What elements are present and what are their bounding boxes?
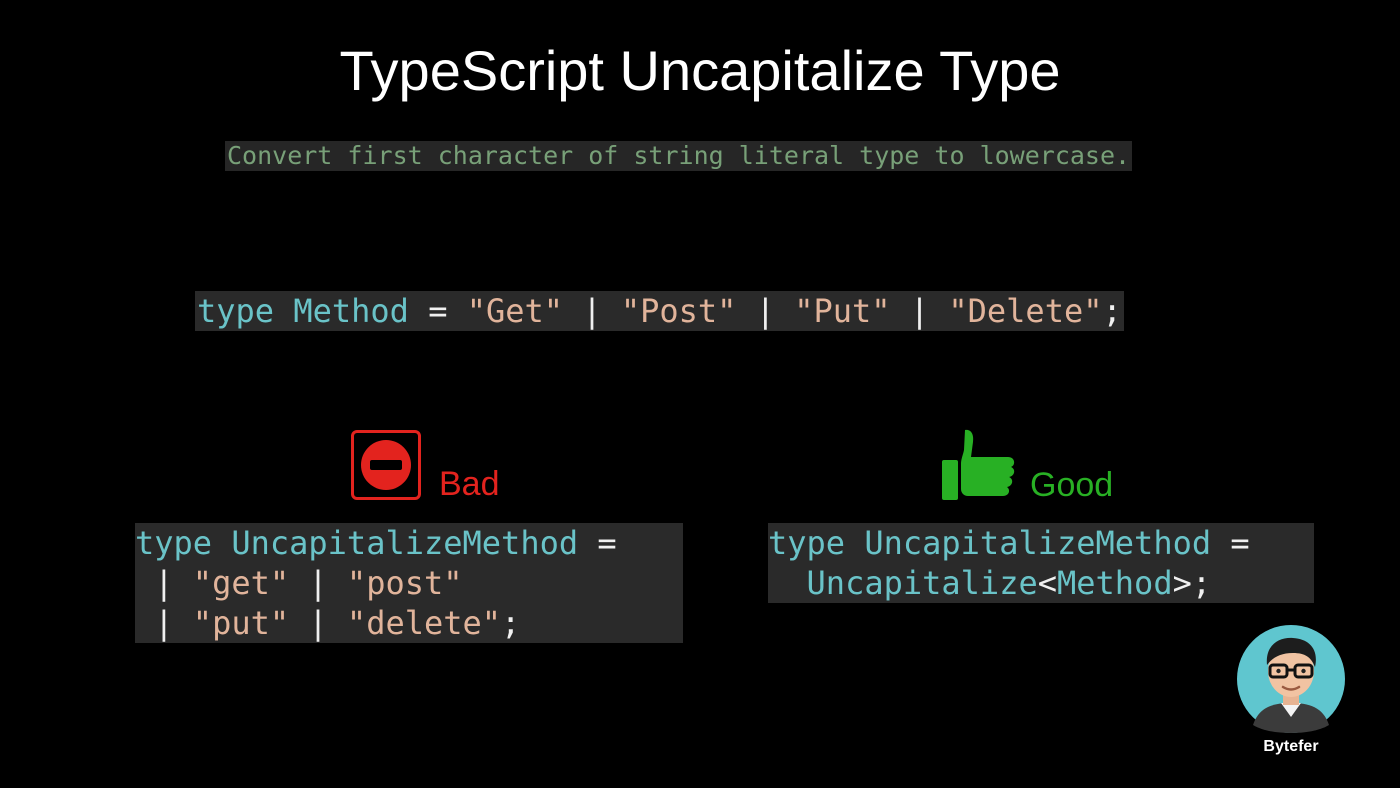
brand-name: Bytefer: [1263, 738, 1319, 755]
code-operator: |: [563, 292, 621, 330]
code-string: "Put": [794, 292, 891, 330]
avatar: [1237, 625, 1345, 733]
no-entry-disc: [361, 440, 411, 490]
code-string: "get": [192, 564, 290, 602]
code-type-argument: Method: [1056, 564, 1173, 602]
code-punctuation: ;: [1102, 292, 1122, 330]
bad-label: Bad: [439, 465, 500, 503]
code-operator: =: [578, 524, 617, 562]
subtitle-comment: Convert first character of string litera…: [225, 141, 1133, 171]
no-entry-bar: [370, 460, 402, 470]
method-type-code: type Method = "Get" | "Post" | "Put" | "…: [195, 291, 1124, 331]
no-entry-icon: [351, 430, 421, 500]
bad-example-code: type UncapitalizeMethod = | "get" | "pos…: [135, 523, 683, 643]
code-operator: =: [1211, 524, 1250, 562]
code-operator: |: [890, 292, 949, 330]
good-example-code: type UncapitalizeMethod = Uncapitalize<M…: [768, 523, 1314, 603]
code-punctuation: ;: [501, 604, 521, 642]
code-string: "Delete": [948, 292, 1103, 330]
page-title: TypeScript Uncapitalize Type: [339, 39, 1061, 102]
code-operator: =: [408, 292, 467, 330]
code-angle-close: >: [1172, 564, 1192, 602]
code-keyword: type: [197, 292, 275, 330]
code-string: "post": [346, 564, 463, 602]
code-string: "put": [192, 604, 290, 642]
code-angle-open: <: [1037, 564, 1057, 602]
code-punctuation: ;: [1191, 564, 1212, 602]
good-label: Good: [1030, 466, 1114, 504]
code-operator: |: [736, 292, 795, 330]
code-type-name: Method: [293, 292, 409, 330]
code-string: "Get": [466, 292, 564, 330]
code-function-name: Uncapitalize: [806, 564, 1038, 602]
code-string: "Post": [620, 292, 737, 330]
code-type-name: UncapitalizeMethod: [231, 524, 579, 562]
thumbs-up-icon: [942, 429, 1015, 500]
code-keyword: type: [768, 524, 846, 562]
code-type-name: UncapitalizeMethod: [864, 524, 1212, 562]
code-string: "delete": [346, 604, 502, 642]
code-keyword: type: [135, 524, 213, 562]
